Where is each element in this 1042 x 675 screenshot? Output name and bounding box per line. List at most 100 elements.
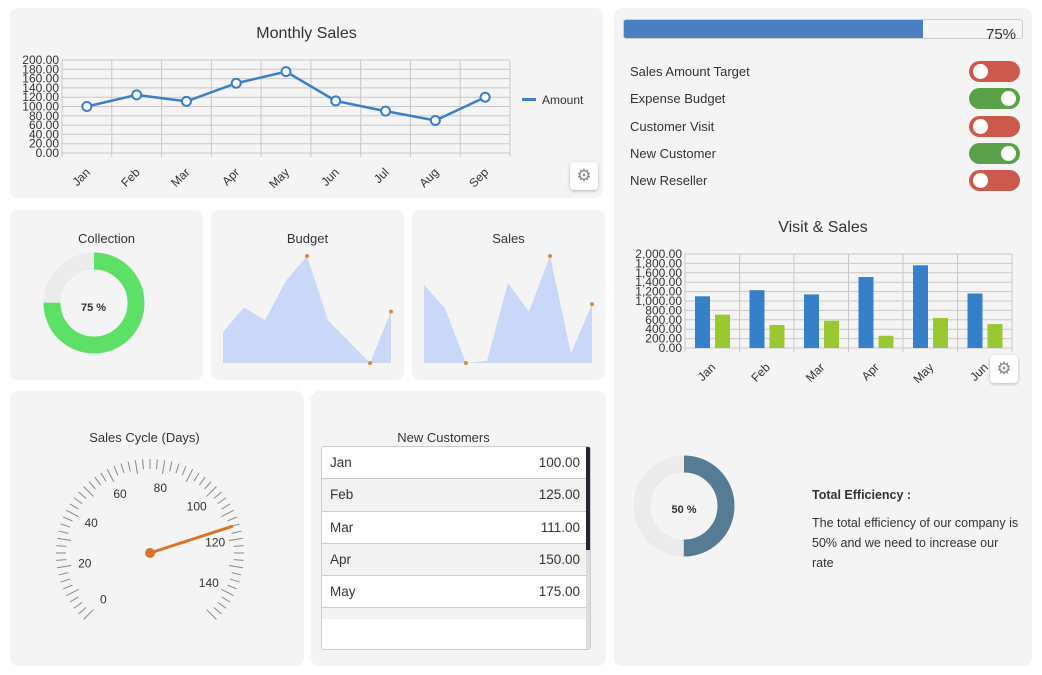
gauge-tick <box>106 469 115 482</box>
efficiency-heading: Total Efficiency : <box>812 488 912 502</box>
gauge-label: 120 <box>205 536 225 550</box>
gauge-tick <box>94 476 102 486</box>
sparkline-marker <box>590 302 594 307</box>
data-point <box>230 77 242 89</box>
gauge-tick <box>221 596 231 603</box>
gauge-tick <box>221 503 231 510</box>
collection-donut <box>43 252 145 354</box>
gauge-tick <box>204 481 212 490</box>
x-tick-label: Aug <box>416 165 441 190</box>
table-row[interactable]: Mar 111.00 <box>322 512 590 544</box>
sales-cycle-card: Sales Cycle (Days) 0 20 40 60 80 100 120 140 <box>10 391 304 666</box>
gauge-tick <box>73 601 83 609</box>
table-row[interactable]: Feb 125.00 <box>322 479 590 512</box>
data-point <box>180 95 192 107</box>
gauge-tick <box>227 516 238 522</box>
data-point <box>280 66 292 78</box>
gauge-tick <box>66 588 79 597</box>
gauge-tick <box>213 607 222 615</box>
new-customers-table[interactable]: Jan 100.00 Feb 125.00 Mar 111.00 Apr 150.00 May 1… <box>321 446 591 650</box>
gauge-tick <box>231 572 242 576</box>
table-scrollbar[interactable] <box>586 447 590 649</box>
table-row[interactable]: Jun 112.00 <box>322 608 590 619</box>
table-row[interactable]: May 175.00 <box>322 576 590 609</box>
data-point <box>380 105 392 117</box>
x-tick-label: Feb <box>118 165 143 190</box>
sparkline-marker <box>305 254 309 258</box>
month-cell: Apr <box>330 552 352 568</box>
collection-card: Collection 75 % <box>10 210 203 380</box>
data-point <box>330 95 342 107</box>
value-cell: 111.00 <box>540 519 580 535</box>
gauge-label: 100 <box>187 499 207 513</box>
sparkline-area <box>424 256 592 363</box>
x-tick-label: Sep <box>466 165 491 190</box>
month-cell: May <box>330 584 356 600</box>
gauge-tick <box>134 460 138 475</box>
gauge-tick <box>221 509 234 518</box>
gauge-tick <box>58 572 69 576</box>
x-tick-label: Jun <box>318 165 342 189</box>
gauge-tick <box>233 559 244 561</box>
gauge-tick <box>127 461 131 472</box>
sales-card: Sales <box>412 210 605 380</box>
table-row[interactable]: Apr 150.00 <box>322 543 590 577</box>
gauge-tick <box>228 565 243 569</box>
sparkline-marker <box>464 361 468 365</box>
gauge-tick <box>60 578 71 583</box>
gauge-tick <box>213 491 222 499</box>
budget-card: Budget <box>211 210 404 380</box>
gauge-tick <box>142 459 144 470</box>
gauge-tick <box>78 607 87 615</box>
gauge-tick <box>57 565 72 569</box>
gauge-tick <box>83 609 94 620</box>
gauge-tick <box>181 465 187 476</box>
gauge-tick <box>83 486 94 497</box>
gauge-tick <box>229 578 240 583</box>
efficiency-text: The total efficiency of our company is 5… <box>812 516 1019 570</box>
budget-sparkline <box>223 254 393 365</box>
gauge-tick <box>113 465 119 476</box>
chart-settings-button[interactable]: ⚙ <box>570 162 598 190</box>
gauge-tick <box>233 545 244 547</box>
gauge-tick <box>69 503 79 510</box>
gauge-tick <box>221 588 234 597</box>
gauge-label: 80 <box>154 481 168 495</box>
sparkline-marker <box>389 309 393 314</box>
data-point <box>429 114 441 126</box>
gauge-tick <box>228 537 243 541</box>
data-point <box>131 89 143 101</box>
gauge-tick <box>120 463 125 474</box>
sales-sparkline <box>424 254 594 365</box>
month-cell: Jan <box>330 455 352 471</box>
x-tick-label: Jan <box>69 165 93 189</box>
gauge-tick <box>193 472 200 482</box>
new-customers-title: New Customers <box>397 430 490 445</box>
data-point <box>479 91 491 103</box>
gauge-tick <box>156 459 158 470</box>
gauge-label: 60 <box>113 487 127 501</box>
month-cell: Mar <box>330 519 354 535</box>
gauge-tick <box>66 509 79 518</box>
gauge-tick <box>60 523 71 528</box>
x-tick-label: May <box>266 165 292 191</box>
month-cell: Jun <box>330 617 352 619</box>
gauge-tick <box>88 481 96 490</box>
table-row[interactable]: Jan 100.00 <box>322 447 590 480</box>
value-cell: 175.00 <box>538 584 580 600</box>
gauge-tick <box>78 491 87 499</box>
x-tick-label: Mar <box>168 165 193 190</box>
value-cell: 125.00 <box>538 487 580 503</box>
gauge-label: 20 <box>78 556 92 570</box>
gauge-hub <box>145 548 155 558</box>
efficiency-label: 50 % <box>671 504 697 516</box>
value-cell: 112.00 <box>540 617 580 619</box>
gauge-tick <box>73 497 83 505</box>
legend-swatch <box>522 98 536 101</box>
value-cell: 100.00 <box>538 455 580 471</box>
gauge-tick <box>62 584 73 590</box>
gauge-tick <box>198 476 206 486</box>
y-tick-label: 200.00 <box>22 53 59 67</box>
gauge-tick <box>206 486 217 497</box>
gauge-tick <box>57 537 72 541</box>
